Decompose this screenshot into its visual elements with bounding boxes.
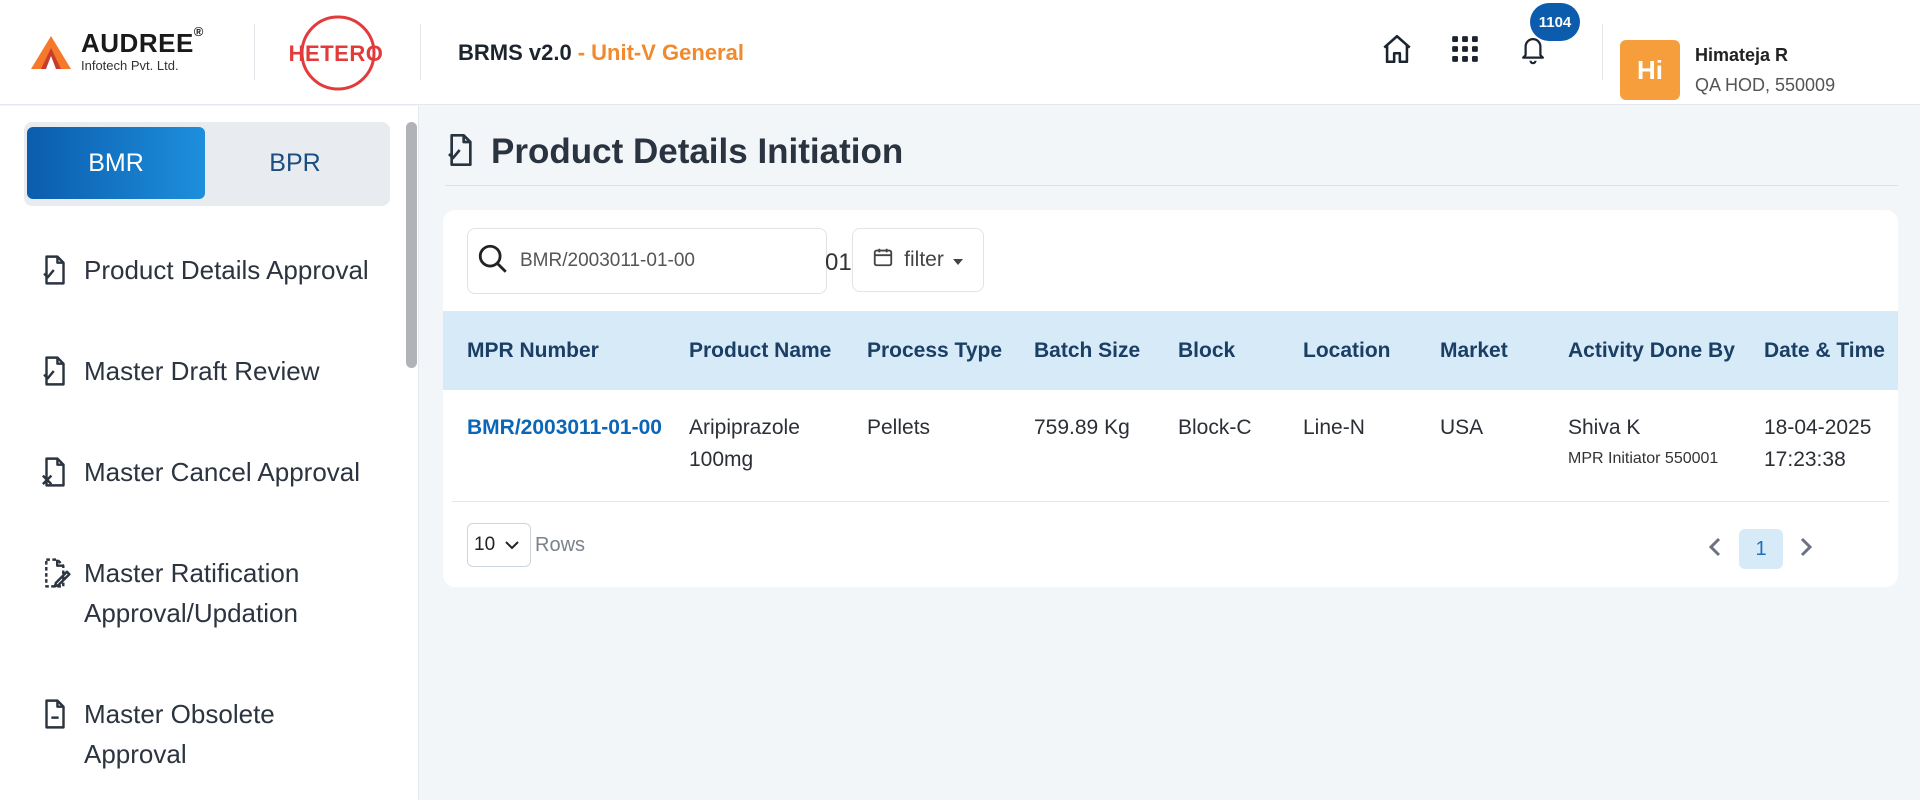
process-type-cell: Pellets: [867, 416, 931, 439]
sidebar-item-master-obsolete-approval[interactable]: Master Obsolete Approval: [40, 694, 380, 774]
column-header[interactable]: Product Name: [689, 311, 831, 390]
block-cell: Block-C: [1178, 416, 1252, 439]
search-input[interactable]: [520, 250, 810, 272]
page-number-button[interactable]: 1: [1739, 529, 1783, 569]
brand-subtitle: Infotech Pvt. Ltd.: [81, 58, 179, 73]
table-row[interactable]: BMR/2003011-01-00 Aripiprazole 100mg Pel…: [452, 390, 1889, 502]
column-header[interactable]: Date & Time: [1764, 311, 1885, 390]
activity-time: 17:23:38: [1764, 448, 1846, 471]
activity-by-role: MPR Initiator 550001: [1568, 450, 1719, 467]
title-divider: [445, 185, 1898, 186]
stray-text: 01: [825, 249, 852, 276]
sidebar-item-master-cancel-approval[interactable]: Master Cancel Approval: [40, 452, 380, 492]
location-cell: Line-N: [1303, 416, 1365, 439]
header-divider: [1602, 24, 1603, 80]
toggle-bmr[interactable]: BMR: [27, 127, 205, 199]
brand-name: AUDREE®: [81, 24, 204, 58]
column-header[interactable]: Process Type: [867, 311, 1002, 390]
hetero-text: HETERO: [288, 41, 384, 66]
column-header[interactable]: Location: [1303, 311, 1391, 390]
apps-grid-icon[interactable]: [1446, 30, 1484, 68]
document-check-icon: [40, 351, 84, 391]
sidebar-item-label: Master Obsolete Approval: [84, 699, 275, 769]
sidebar-item-label: Master Draft Review: [84, 356, 320, 386]
header-divider: [254, 24, 255, 80]
product-name-cell: Aripiprazole 100mg: [689, 416, 800, 471]
filter-button[interactable]: filter: [852, 228, 984, 292]
rows-per-page-select[interactable]: 10: [467, 523, 531, 567]
document-edit-icon: [40, 553, 84, 593]
sidebar: BMR BPR Product Details Approval Master …: [0, 106, 419, 800]
filter-label: filter: [904, 248, 944, 271]
sidebar-scrollbar[interactable]: [406, 122, 417, 368]
rows-label: Rows: [535, 534, 586, 556]
document-cancel-icon: [40, 452, 84, 492]
user-name: Himateja R: [1695, 45, 1789, 65]
caret-down-icon: [952, 248, 964, 272]
toggle-bpr[interactable]: BPR: [206, 127, 384, 199]
batch-size-cell: 759.89 Kg: [1034, 416, 1130, 439]
audree-logo: AUDREE® Infotech Pvt. Ltd.: [30, 24, 220, 76]
bmr-bpr-toggle: BMR BPR: [24, 122, 390, 206]
top-header: AUDREE® Infotech Pvt. Ltd. HETERO BRMS v…: [0, 0, 1920, 105]
page-title: Product Details Initiation: [491, 132, 904, 171]
app-title: BRMS v2.0- Unit-V General: [458, 40, 744, 65]
notification-count-badge[interactable]: 1104: [1530, 3, 1580, 41]
column-header[interactable]: Market: [1440, 311, 1508, 390]
user-role: QA HOD, 550009: [1695, 75, 1836, 95]
page-header: Product Details Initiation: [445, 128, 903, 176]
sidebar-item-label: Master Ratification Approval/Updation: [84, 558, 300, 628]
unit-name: - Unit-V General: [577, 40, 744, 65]
column-header[interactable]: MPR Number: [467, 311, 599, 390]
column-header[interactable]: Activity Done By: [1568, 311, 1735, 390]
sidebar-item-master-ratification[interactable]: Master Ratification Approval/Updation: [40, 553, 380, 633]
activity-date: 18-04-2025: [1764, 416, 1872, 439]
sidebar-item-master-draft-review[interactable]: Master Draft Review: [40, 351, 380, 391]
table-header: MPR Number Product Name Process Type Bat…: [443, 311, 1898, 390]
market-cell: USA: [1440, 416, 1484, 439]
sidebar-item-product-details-approval[interactable]: Product Details Approval: [40, 250, 380, 290]
home-icon[interactable]: [1378, 30, 1416, 68]
hetero-logo: HETERO: [288, 14, 384, 92]
rows-per-page-value: 10: [474, 534, 496, 555]
document-minus-icon: [40, 694, 84, 734]
audree-triangle-icon: [31, 36, 71, 69]
activity-by-name: Shiva K: [1568, 416, 1641, 439]
date-time-cell: 18-04-2025 17:23:38: [1764, 412, 1871, 476]
sidebar-item-label: Master Cancel Approval: [84, 457, 361, 487]
header-divider: [420, 24, 421, 80]
activity-by-cell: Shiva K MPR Initiator 550001: [1568, 412, 1718, 470]
search-icon: [476, 242, 510, 281]
chevron-down-icon: [505, 534, 519, 556]
column-header[interactable]: Batch Size: [1034, 311, 1140, 390]
chevron-left-icon[interactable]: [1700, 532, 1730, 562]
chevron-right-icon[interactable]: [1791, 532, 1821, 562]
calendar-icon: [872, 246, 894, 274]
document-check-icon: [40, 250, 84, 290]
search-box[interactable]: [467, 228, 827, 294]
column-header[interactable]: Block: [1178, 311, 1235, 390]
avatar[interactable]: Hi: [1620, 40, 1680, 100]
sidebar-item-label: Product Details Approval: [84, 255, 369, 285]
document-check-icon: [445, 131, 477, 174]
mpr-number-link[interactable]: BMR/2003011-01-00: [467, 412, 662, 444]
